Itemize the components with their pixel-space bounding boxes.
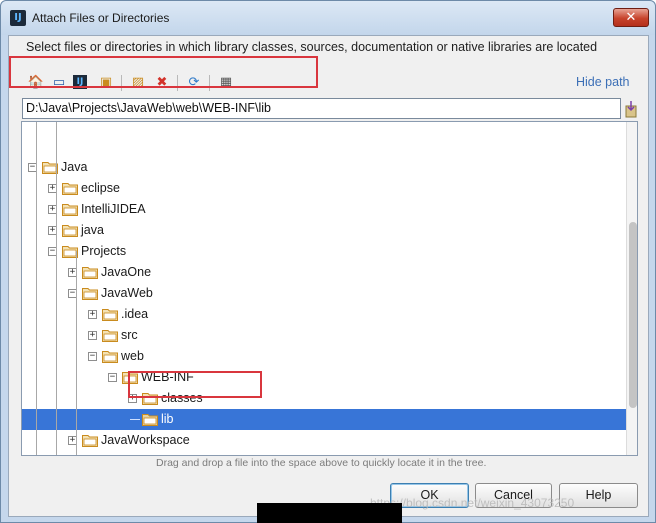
tree-node-label: eclipse [81,181,120,195]
tree-node-src[interactable]: + src [22,325,626,346]
folder-icon [82,435,98,447]
drag-drop-hint: Drag and drop a file into the space abov… [156,457,487,469]
tree-node-projects[interactable]: − Projects [22,241,626,262]
folder-icon [102,330,118,342]
expand-toggle-icon[interactable]: + [88,331,97,340]
tree-connector [130,419,140,420]
tree-node-label: IntelliJIDEA [81,202,146,216]
path-annotation-box [9,56,318,88]
tree-guide-line [76,251,77,455]
tree-node-label: Java [61,160,88,174]
folder-icon [82,267,98,279]
path-input[interactable]: D:\Java\Projects\JavaWeb\web\WEB-INF\lib [22,98,621,119]
browse-history-icon[interactable] [625,100,637,118]
lib-annotation-box [128,371,262,398]
tree-node-label: JavaOne [101,265,152,279]
tree-node-web-inf[interactable]: − WEB-INF [22,367,626,388]
close-button[interactable]: ✕ [613,8,649,27]
tree-node-label: MyJava [101,454,144,455]
folder-icon [142,414,158,426]
intellij-idea-icon: IJ [10,10,26,26]
collapse-toggle-icon[interactable]: − [108,373,117,382]
folder-icon [102,351,118,363]
tree-node-intellijidea[interactable]: + IntelliJIDEA [22,199,626,220]
tree-node-javaworkspace[interactable]: + JavaWorkspace [22,430,626,451]
scrollbar-thumb[interactable] [629,222,637,408]
tree-node-java[interactable]: + java [22,220,626,241]
tree-node-lib[interactable]: lib [22,409,626,430]
folder-icon [62,204,78,216]
tree-node-javaone[interactable]: + JavaOne [22,262,626,283]
tree-node-myjava[interactable]: +MyJava [22,451,626,456]
tree-node-label: lib [161,412,174,426]
tree-node-label: java [81,223,104,237]
description-text: Select files or directories in which lib… [26,40,598,54]
folder-icon [82,288,98,300]
tree-guide-line [36,122,37,455]
tree-node-label: web [121,349,144,363]
tree-node-label: JavaWeb [101,286,153,300]
tree-guide-line [56,122,57,455]
folder-icon [102,309,118,321]
tree-node-label: Projects [81,244,127,258]
hide-path-link[interactable]: Hide path [576,75,630,89]
tree-node-classes[interactable]: + classes [22,388,626,409]
tree-node-web[interactable]: − web [22,346,626,367]
folder-icon [62,225,78,237]
tree-node-java[interactable]: − Java [22,157,626,178]
vertical-scrollbar[interactable] [626,122,637,455]
tree-node-javaweb[interactable]: − JavaWeb [22,283,626,304]
tree-node-label: src [121,328,138,342]
file-tree[interactable]: − Java + eclipse + IntelliJIDEA + java − Projects… [21,121,638,456]
dialog-title: Attach Files or Directories [32,11,170,25]
collapse-toggle-icon[interactable]: − [88,352,97,361]
expand-toggle-icon[interactable]: + [88,310,97,319]
folder-icon [82,455,98,456]
taskbar-fragment [257,503,402,523]
dialog-window: IJ Attach Files or Directories ✕ Select … [0,0,656,523]
tree-node-label: .idea [121,307,149,321]
tree-node--idea[interactable]: + .idea [22,304,626,325]
folder-icon [62,183,78,195]
dialog-body: Select files or directories in which lib… [8,35,649,517]
tree-node-label: JavaWorkspace [101,433,190,447]
title-bar[interactable]: IJ Attach Files or Directories ✕ [1,1,655,35]
tree-node-eclipse[interactable]: + eclipse [22,178,626,199]
